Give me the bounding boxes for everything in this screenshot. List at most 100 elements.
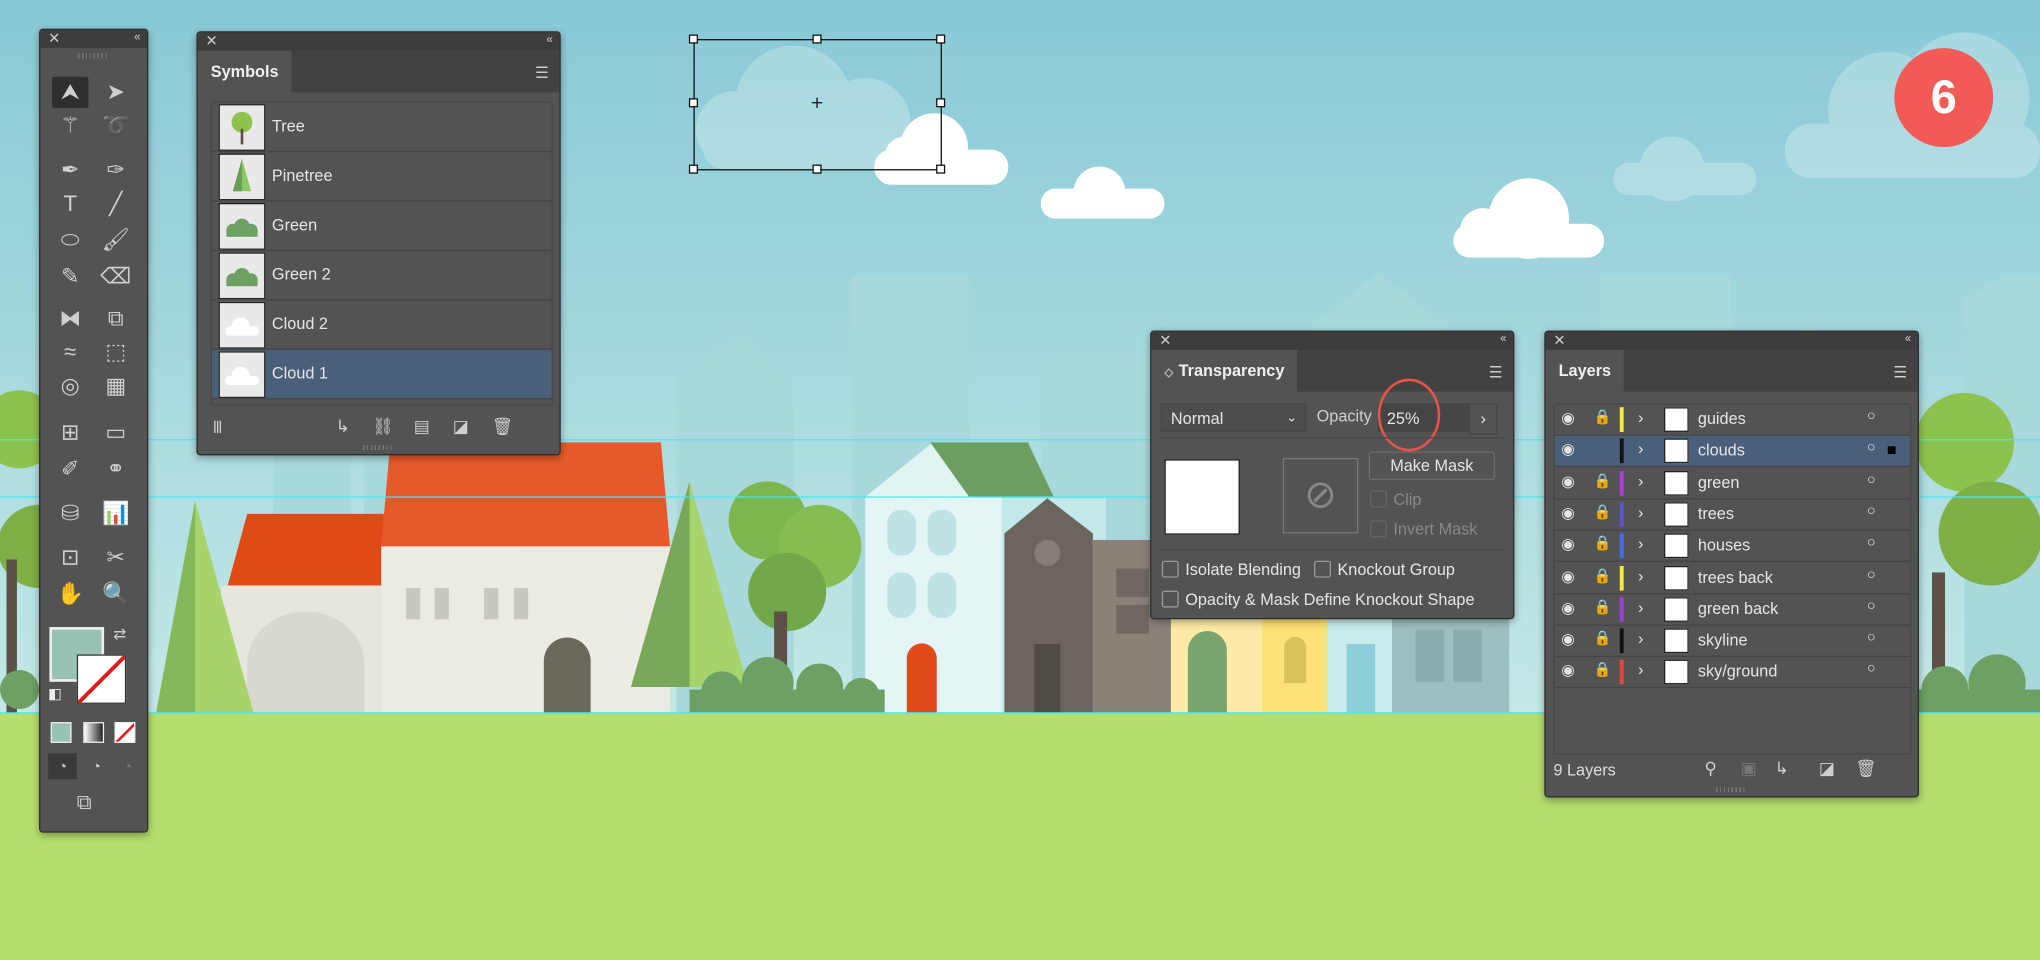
target-circle-icon[interactable]: ○ bbox=[1867, 661, 1876, 677]
target-circle-icon[interactable]: ○ bbox=[1867, 535, 1876, 551]
blend-tool-icon[interactable]: ⚭ bbox=[98, 454, 134, 485]
expand-chevron-icon[interactable]: › bbox=[1638, 440, 1643, 458]
gradient-tool-icon[interactable]: ▭ bbox=[98, 418, 134, 449]
collapse-icon[interactable]: ‹‹ bbox=[546, 33, 553, 46]
target-circle-icon[interactable]: ○ bbox=[1867, 598, 1876, 614]
target-circle-icon[interactable]: ○ bbox=[1867, 630, 1876, 646]
symbol-item[interactable]: Green bbox=[212, 202, 552, 252]
type-tool-icon[interactable]: T bbox=[52, 189, 88, 220]
tab-symbols[interactable]: Symbols bbox=[197, 50, 292, 93]
layer-row[interactable]: ◉ 🔒 › green back ○ bbox=[1554, 594, 1910, 626]
new-layer-icon[interactable]: ◪ bbox=[1819, 758, 1835, 779]
width-tool-icon[interactable]: ≈ bbox=[52, 337, 88, 368]
shaper-tool-icon[interactable]: ✎ bbox=[52, 262, 88, 293]
layer-row[interactable]: ◉ 🔒 › green ○ bbox=[1554, 468, 1910, 500]
visibility-eye-icon[interactable]: ◉ bbox=[1561, 535, 1575, 553]
default-colors-icon[interactable]: ◧ bbox=[48, 686, 62, 703]
lock-icon[interactable]: 🔒 bbox=[1594, 409, 1612, 426]
lock-icon[interactable]: 🔒 bbox=[1594, 598, 1612, 616]
panel-menu-icon[interactable]: ☰ bbox=[1893, 363, 1907, 381]
panel-menu-icon[interactable]: ☰ bbox=[1489, 363, 1503, 381]
isolate-blending-checkbox[interactable]: Isolate Blending bbox=[1161, 560, 1301, 579]
draw-normal-icon[interactable]: ◔ bbox=[48, 753, 77, 780]
knockout-shape-checkbox[interactable]: Opacity & Mask Define Knockout Shape bbox=[1161, 590, 1475, 609]
opacity-slider-button[interactable]: › bbox=[1468, 403, 1498, 435]
lock-icon[interactable]: 🔒 bbox=[1594, 567, 1612, 584]
paintbrush-tool-icon[interactable]: 🖌 bbox=[98, 225, 134, 256]
lasso-tool-icon[interactable]: ➰ bbox=[98, 111, 134, 142]
place-symbol-icon[interactable]: ↳ bbox=[336, 416, 350, 437]
symbol-item[interactable]: Tree bbox=[212, 103, 552, 153]
layer-row[interactable]: ◉ 🔒 › trees back ○ bbox=[1554, 563, 1910, 594]
expand-chevron-icon[interactable]: › bbox=[1638, 503, 1643, 521]
free-transform-tool-icon[interactable]: ⬚ bbox=[98, 337, 134, 368]
visibility-eye-icon[interactable]: ◉ bbox=[1561, 472, 1575, 490]
magic-wand-tool-icon[interactable]: ⚚ bbox=[52, 111, 88, 142]
invert-mask-checkbox[interactable]: Invert Mask bbox=[1369, 520, 1477, 539]
knockout-group-checkbox[interactable]: Knockout Group bbox=[1314, 560, 1455, 579]
delete-icon[interactable]: 🗑 bbox=[1855, 758, 1876, 779]
lock-icon[interactable]: 🔒 bbox=[1594, 503, 1612, 521]
close-icon[interactable]: ✕ bbox=[206, 33, 218, 50]
lock-icon[interactable]: 🔒 bbox=[1594, 535, 1612, 552]
blend-mode-select[interactable]: Normal ⌄ bbox=[1160, 403, 1307, 432]
expand-chevron-icon[interactable]: › bbox=[1638, 598, 1643, 616]
symbol-options-icon[interactable]: ▤ bbox=[414, 416, 430, 437]
lock-icon[interactable]: 🔒 bbox=[1594, 661, 1612, 679]
lock-icon[interactable]: 🔒 bbox=[1594, 472, 1612, 489]
stroke-swatch-none[interactable] bbox=[76, 654, 127, 704]
zoom-tool-icon[interactable]: 🔍 bbox=[98, 579, 134, 610]
eraser-tool-icon[interactable]: ⌫ bbox=[98, 262, 134, 293]
visibility-eye-icon[interactable]: ◉ bbox=[1561, 598, 1575, 616]
artboard-tool-icon[interactable]: ⊡ bbox=[52, 543, 88, 574]
symbol-item[interactable]: Cloud 2 bbox=[212, 301, 552, 350]
panel-grip[interactable] bbox=[1716, 787, 1748, 793]
expand-chevron-icon[interactable]: › bbox=[1638, 630, 1643, 648]
visibility-eye-icon[interactable]: ◉ bbox=[1561, 630, 1575, 648]
curvature-tool-icon[interactable]: ✑ bbox=[98, 155, 134, 186]
lock-icon[interactable]: 🔒 bbox=[1594, 630, 1612, 647]
pen-tool-icon[interactable]: ✒ bbox=[52, 155, 88, 186]
panel-menu-icon[interactable]: ☰ bbox=[535, 64, 549, 82]
color-mode-button[interactable] bbox=[50, 722, 72, 743]
direct-selection-tool-icon[interactable]: ➤ bbox=[98, 77, 134, 108]
tab-transparency[interactable]: ◇ Transparency bbox=[1151, 349, 1298, 392]
target-circle-icon[interactable]: ○ bbox=[1867, 503, 1876, 519]
expand-chevron-icon[interactable]: › bbox=[1638, 661, 1643, 679]
draw-behind-icon[interactable]: ◔ bbox=[82, 753, 111, 779]
hand-tool-icon[interactable]: ✋ bbox=[52, 579, 88, 610]
draw-inside-icon[interactable]: ◔ bbox=[113, 753, 142, 779]
break-link-icon[interactable]: ⛓ bbox=[372, 416, 393, 437]
eyedropper-tool-icon[interactable]: ✐ bbox=[52, 454, 88, 485]
symbol-libraries-icon[interactable]: 𝍫 bbox=[213, 416, 221, 445]
close-icon[interactable]: ✕ bbox=[48, 30, 60, 47]
expand-chevron-icon[interactable]: › bbox=[1638, 472, 1643, 490]
delete-icon[interactable]: 🗑 bbox=[492, 416, 513, 437]
ellipse-tool-icon[interactable]: ⬭ bbox=[52, 225, 88, 256]
symbol-item[interactable]: Green 2 bbox=[212, 251, 552, 301]
scale-tool-icon[interactable]: ⧉ bbox=[98, 303, 134, 334]
visibility-eye-icon[interactable]: ◉ bbox=[1561, 661, 1575, 679]
panel-grip[interactable] bbox=[78, 53, 110, 59]
close-icon[interactable]: ✕ bbox=[1553, 332, 1565, 349]
visibility-eye-icon[interactable]: ◉ bbox=[1561, 567, 1575, 585]
make-clipping-mask-icon[interactable]: ▣ bbox=[1741, 758, 1757, 779]
panel-grip[interactable] bbox=[362, 444, 395, 451]
visibility-eye-icon[interactable]: ◉ bbox=[1561, 503, 1575, 521]
none-mode-button[interactable] bbox=[114, 722, 136, 743]
visibility-eye-icon[interactable]: ◉ bbox=[1561, 440, 1575, 458]
shape-builder-tool-icon[interactable]: ◎ bbox=[52, 371, 88, 402]
layer-row[interactable]: ◉ 🔒 › sky/ground ○ bbox=[1554, 658, 1910, 689]
slice-tool-icon[interactable]: ✂ bbox=[98, 543, 134, 574]
expand-chevron-icon[interactable]: › bbox=[1638, 409, 1643, 427]
collapse-icon[interactable]: ‹‹ bbox=[134, 30, 141, 43]
expand-chevron-icon[interactable]: › bbox=[1638, 535, 1643, 553]
make-mask-button[interactable]: Make Mask bbox=[1368, 451, 1495, 481]
gradient-mode-button[interactable] bbox=[83, 722, 105, 743]
line-segment-tool-icon[interactable]: ╱ bbox=[98, 189, 134, 220]
layer-row[interactable]: ◉ › clouds ○ bbox=[1554, 436, 1910, 468]
collapse-icon[interactable]: ‹‹ bbox=[1500, 332, 1507, 345]
layer-row[interactable]: ◉ 🔒 › guides ○ bbox=[1554, 405, 1910, 436]
swap-fill-stroke-icon[interactable]: ⇄ bbox=[113, 624, 126, 642]
tab-layers[interactable]: Layers bbox=[1545, 349, 1625, 392]
